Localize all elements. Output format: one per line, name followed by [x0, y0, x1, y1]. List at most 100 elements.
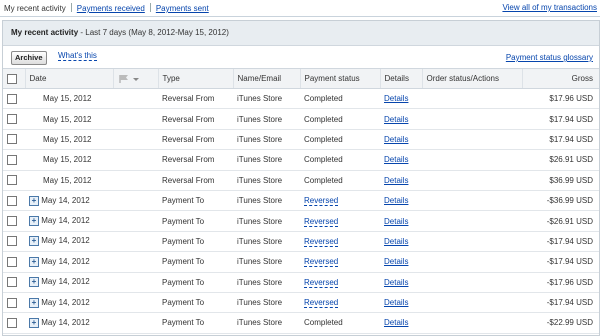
tab-my-recent-activity[interactable]: My recent activity	[4, 4, 66, 13]
column-header-gross[interactable]: Gross	[521, 68, 599, 89]
expand-row-icon[interactable]: +	[29, 297, 39, 308]
row-checkbox[interactable]	[7, 317, 17, 328]
status-reversed-link[interactable]: Reversed	[304, 236, 339, 247]
column-header-flag[interactable]	[112, 68, 158, 89]
gross-cell: $17.94 USD	[522, 108, 599, 130]
row-checkbox[interactable]	[7, 114, 17, 125]
row-checkbox[interactable]	[7, 154, 17, 165]
details-link[interactable]: Details	[384, 94, 408, 103]
details-cell: Details	[380, 231, 422, 253]
gross-cell: -$26.91 USD	[522, 210, 599, 232]
table-row: + May 14, 2012 Payment To iTunes Store Comp…	[3, 312, 599, 334]
type-cell: Payment To	[158, 231, 233, 253]
row-select-cell	[3, 129, 25, 151]
column-header-payment-status[interactable]: Payment status	[299, 68, 380, 89]
payment-status-cell: Completed	[300, 170, 380, 191]
row-select-cell	[3, 210, 25, 232]
status-text: Completed	[304, 114, 343, 124]
payment-status-cell: Reversed	[300, 272, 380, 293]
row-checkbox[interactable]	[7, 216, 17, 227]
details-link[interactable]: Details	[384, 176, 408, 185]
payment-status-glossary-link[interactable]: Payment status glossary	[506, 53, 593, 62]
payment-status-cell: Completed	[300, 129, 380, 151]
column-header-date[interactable]: Date	[24, 68, 113, 89]
date-cell: + May 14, 2012	[25, 292, 113, 314]
gross-cell: $17.96 USD	[522, 88, 599, 110]
select-all-checkbox[interactable]	[7, 73, 17, 84]
whats-this-link[interactable]: What's this	[58, 52, 97, 61]
row-select-cell	[3, 292, 25, 314]
expand-row-icon[interactable]: +	[29, 256, 39, 267]
payment-status-cell: Reversed	[300, 292, 380, 314]
expand-row-icon[interactable]: +	[29, 195, 39, 206]
date-value: May 14, 2012	[41, 195, 90, 205]
payment-status-cell: Reversed	[300, 231, 380, 253]
status-reversed-link[interactable]: Reversed	[304, 298, 339, 309]
date-value: May 14, 2012	[41, 318, 90, 328]
details-link[interactable]: Details	[384, 318, 408, 327]
order-status-cell	[422, 312, 522, 334]
toolbar: Archive What's this Payment status gloss…	[3, 46, 599, 68]
column-header-details[interactable]: Details	[379, 68, 422, 89]
view-all-transactions-link[interactable]: View all of my transactions	[502, 3, 597, 12]
tab-payments-received[interactable]: Payments received	[77, 4, 145, 13]
row-checkbox[interactable]	[7, 277, 17, 288]
details-link[interactable]: Details	[384, 278, 408, 287]
expand-row-icon[interactable]: +	[29, 216, 39, 227]
row-checkbox[interactable]	[7, 297, 17, 308]
column-header-type[interactable]: Type	[157, 68, 233, 89]
details-link[interactable]: Details	[384, 115, 408, 124]
details-link[interactable]: Details	[384, 237, 408, 246]
row-select-cell	[3, 170, 25, 191]
type-cell: Reversal From	[158, 108, 233, 130]
row-select-cell	[3, 108, 25, 130]
flag-cell	[113, 231, 158, 253]
name-cell: iTunes Store	[233, 251, 300, 273]
column-header-order-status[interactable]: Order status/Actions	[421, 68, 522, 89]
flag-cell	[113, 210, 158, 232]
order-status-cell	[422, 108, 522, 130]
status-reversed-link[interactable]: Reversed	[304, 216, 339, 227]
table-row: + May 14, 2012 Payment To iTunes Store Reve…	[3, 272, 599, 293]
details-link[interactable]: Details	[384, 257, 408, 266]
date-value: May 15, 2012	[43, 155, 92, 165]
expand-row-icon[interactable]: +	[29, 236, 39, 247]
details-cell: Details	[380, 170, 422, 191]
panel-header: My recent activity - Last 7 days (May 8,…	[3, 21, 599, 46]
row-checkbox[interactable]	[7, 134, 17, 145]
status-text: Completed	[304, 155, 343, 165]
row-checkbox[interactable]	[7, 175, 17, 186]
column-header-name-email[interactable]: Name/Email	[232, 68, 300, 89]
order-status-cell	[422, 251, 522, 273]
row-checkbox[interactable]	[7, 256, 17, 267]
table-row: + May 14, 2012 Payment To iTunes Store Reve…	[3, 210, 599, 232]
details-link[interactable]: Details	[384, 196, 408, 205]
name-cell: iTunes Store	[233, 88, 300, 110]
details-link[interactable]: Details	[384, 135, 408, 144]
status-reversed-link[interactable]: Reversed	[304, 277, 339, 288]
status-text: Completed	[304, 134, 343, 144]
expand-row-icon[interactable]: +	[29, 277, 39, 288]
status-reversed-link[interactable]: Reversed	[304, 196, 339, 207]
type-cell: Reversal From	[158, 129, 233, 151]
table-row: May 15, 2012 Reversal From iTunes Store Com…	[3, 108, 599, 130]
name-cell: iTunes Store	[233, 170, 300, 191]
tab-payments-sent[interactable]: Payments sent	[156, 4, 209, 13]
archive-button[interactable]: Archive	[11, 51, 47, 65]
row-checkbox[interactable]	[7, 195, 17, 206]
name-cell: iTunes Store	[233, 312, 300, 334]
gross-cell: -$17.94 USD	[522, 292, 599, 314]
expand-row-icon[interactable]: +	[29, 317, 39, 328]
name-cell: iTunes Store	[233, 272, 300, 293]
details-cell: Details	[380, 129, 422, 151]
details-link[interactable]: Details	[384, 298, 408, 307]
date-cell: May 15, 2012	[25, 129, 113, 151]
row-checkbox[interactable]	[7, 93, 17, 104]
payment-status-cell: Completed	[300, 149, 380, 171]
date-cell: + May 14, 2012	[25, 231, 113, 253]
status-reversed-link[interactable]: Reversed	[304, 257, 339, 268]
details-link[interactable]: Details	[384, 155, 408, 164]
date-value: May 14, 2012	[41, 236, 90, 246]
row-checkbox[interactable]	[7, 236, 17, 247]
details-link[interactable]: Details	[384, 217, 408, 226]
